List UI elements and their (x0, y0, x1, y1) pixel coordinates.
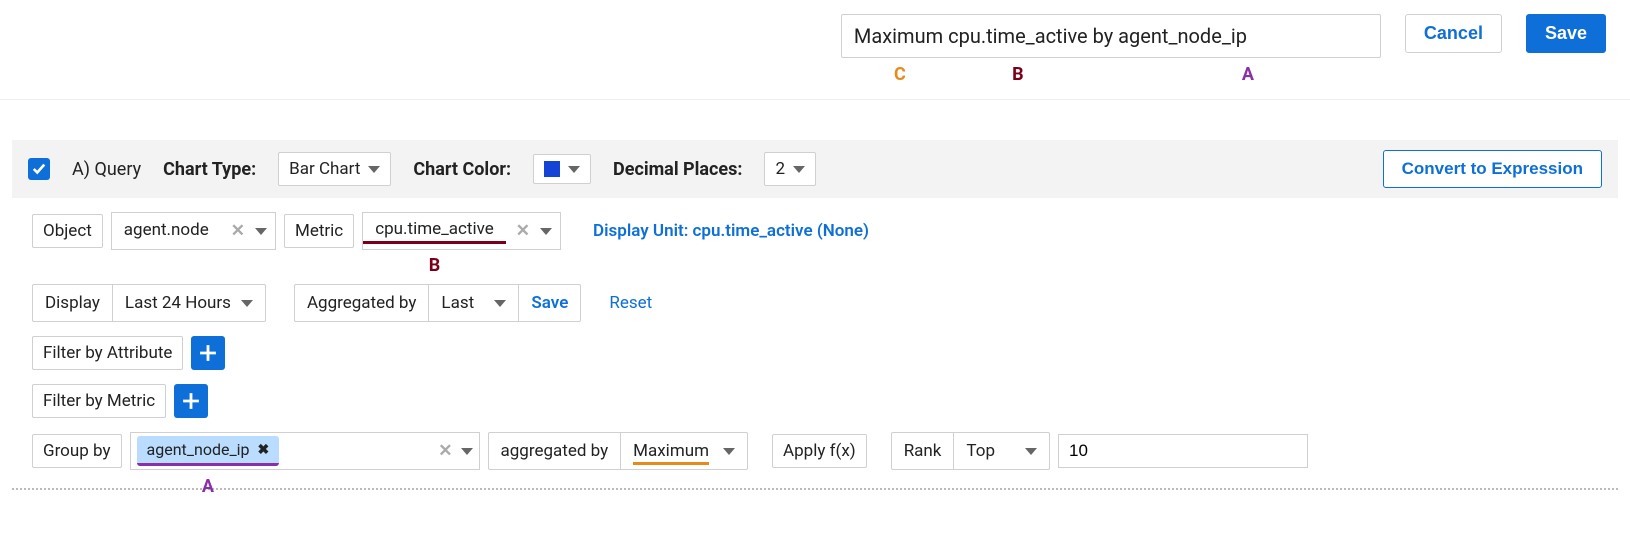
aggregation-value: Last (441, 293, 474, 313)
chevron-down-icon (540, 228, 552, 235)
decimal-places-label: Decimal Places: (613, 159, 742, 180)
metric-label: Metric (284, 214, 354, 248)
cancel-button[interactable]: Cancel (1405, 14, 1502, 53)
display-range-select[interactable]: Last 24 Hours (112, 285, 265, 321)
object-value: agent.node (112, 220, 221, 242)
chevron-down-icon (241, 300, 253, 307)
save-button[interactable]: Save (1526, 14, 1606, 53)
chevron-down-icon (461, 448, 473, 455)
group-by-chip[interactable]: agent_node_ip ✖ (137, 436, 280, 466)
group-aggregation-value: Maximum (633, 441, 709, 465)
query-enabled-checkbox[interactable] (28, 158, 50, 180)
group-aggregation-select[interactable]: Maximum C (620, 433, 747, 469)
display-range-value: Last 24 Hours (125, 293, 231, 313)
group-aggregated-by-label: aggregated by (489, 433, 621, 469)
clear-metric-button[interactable]: ✕ (514, 221, 532, 241)
chevron-down-icon (568, 166, 580, 173)
display-save-button[interactable]: Save (518, 285, 580, 321)
title-seg-b: cpu.time_active (948, 24, 1088, 52)
chevron-down-icon (1025, 448, 1037, 455)
title-seg-a: agent_node_ip (1118, 24, 1247, 52)
check-icon (32, 162, 46, 176)
display-unit-link[interactable]: Display Unit: cpu.time_active (None) (593, 221, 869, 241)
chevron-down-icon (494, 300, 506, 307)
color-swatch (544, 161, 560, 177)
chart-color-select[interactable] (533, 154, 591, 184)
title-by-word: by (1093, 24, 1114, 48)
rank-direction-select[interactable]: Top (953, 433, 1049, 469)
metric-value: cpu.time_active (363, 219, 506, 244)
add-metric-filter-button[interactable] (174, 384, 208, 418)
clear-object-button[interactable]: ✕ (229, 221, 247, 241)
annot-a-top: A (1089, 64, 1254, 85)
group-by-select[interactable]: agent_node_ip ✖ A ✕ (130, 432, 480, 470)
filter-by-metric-label: Filter by Metric (32, 384, 166, 418)
plus-icon (182, 392, 200, 410)
rank-direction-value: Top (966, 441, 995, 461)
chevron-down-icon (255, 228, 267, 235)
group-by-label: Group by (32, 434, 122, 468)
remove-chip-button[interactable]: ✖ (258, 442, 270, 458)
annot-b-top: B (947, 64, 1089, 85)
plus-icon (199, 344, 217, 362)
chevron-down-icon (793, 166, 805, 173)
annot-b-mid: B (363, 255, 506, 276)
chevron-down-icon (723, 448, 735, 455)
reset-button[interactable]: Reset (609, 293, 652, 313)
decimal-places-select[interactable]: 2 (764, 152, 816, 186)
metric-select[interactable]: cpu.time_active B ✕ (362, 212, 561, 250)
annot-c-top: C (853, 64, 947, 85)
rank-label: Rank (892, 433, 954, 469)
query-header: A) Query Chart Type: Bar Chart Chart Col… (12, 140, 1618, 198)
chart-type-label: Chart Type: (163, 159, 256, 180)
display-label: Display (33, 285, 112, 321)
rank-limit-input[interactable] (1058, 434, 1308, 468)
chart-color-label: Chart Color: (413, 159, 511, 180)
chevron-down-icon (368, 166, 380, 173)
object-label: Object (32, 214, 103, 248)
group-by-chip-label: agent_node_ip (147, 440, 250, 459)
filter-by-attribute-label: Filter by Attribute (32, 336, 183, 370)
chart-type-value: Bar Chart (289, 159, 360, 179)
annot-a-bottom: A (137, 476, 280, 497)
widget-title-input[interactable]: Maximum cpu.time_active by agent_node_ip (841, 14, 1381, 58)
aggregation-select[interactable]: Last (428, 285, 518, 321)
object-select[interactable]: agent.node ✕ (111, 212, 276, 250)
add-attribute-filter-button[interactable] (191, 336, 225, 370)
apply-fx-label[interactable]: Apply f(x) (772, 434, 867, 468)
title-seg-c: Maximum (854, 24, 943, 52)
clear-group-by-button[interactable]: ✕ (436, 441, 454, 461)
aggregated-by-label: Aggregated by (295, 285, 428, 321)
query-label: A) Query (72, 159, 141, 180)
convert-to-expression-button[interactable]: Convert to Expression (1383, 150, 1602, 188)
decimal-places-value: 2 (775, 159, 785, 179)
chart-type-select[interactable]: Bar Chart (278, 152, 391, 186)
